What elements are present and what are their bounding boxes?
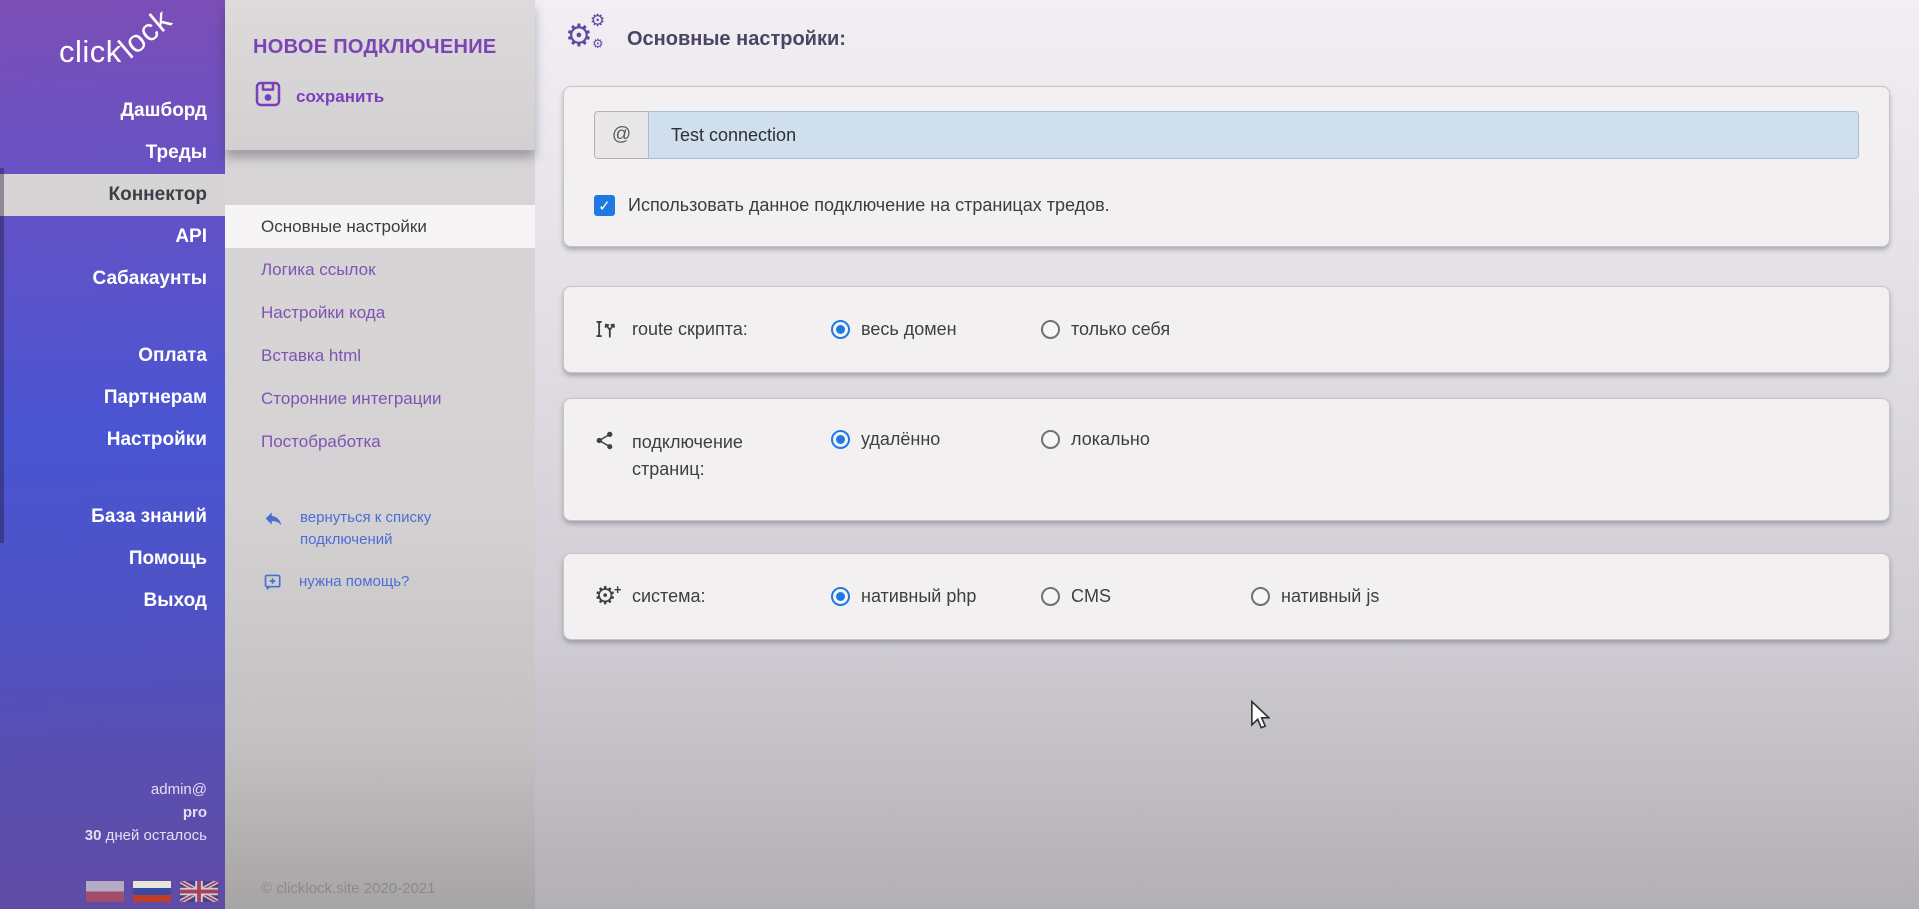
help-link-label: нужна помощь? xyxy=(299,571,409,600)
flag-uk-icon[interactable] xyxy=(180,881,218,902)
section-heading: ⚙ ⚙ ⚙ Основные настройки: xyxy=(565,18,846,60)
connection-name-group: @ xyxy=(594,111,1859,159)
route-script-card: route скрипта: весь домен только себя xyxy=(563,286,1890,373)
radio-option[interactable]: нативный php xyxy=(831,586,1041,607)
radio-selected-icon[interactable] xyxy=(831,320,850,339)
radio-option[interactable]: CMS xyxy=(1041,586,1251,607)
radio-option[interactable]: только себя xyxy=(1041,319,1251,340)
page-title: НОВОЕ ПОДКЛЮЧЕНИЕ xyxy=(225,0,535,59)
clicklock-logo[interactable]: click lock xyxy=(31,8,211,86)
submenu-item[interactable]: Настройки кода xyxy=(225,291,535,334)
share-icon xyxy=(594,430,620,454)
system-card: ⚙+ система: нативный php CMS нативный js xyxy=(563,553,1890,640)
sidebar: click lock ДашбордТредыКоннекторAPIСабак… xyxy=(0,0,225,909)
group-label: подключение страниц: xyxy=(632,429,797,483)
help-comment-icon xyxy=(263,572,283,600)
sidebar-item[interactable]: Коннектор xyxy=(0,174,225,216)
sidebar-item[interactable]: Сабакаунты xyxy=(0,258,225,300)
radio-option[interactable]: весь домен xyxy=(831,319,1041,340)
radio-unselected-icon[interactable] xyxy=(1251,587,1270,606)
back-link-label: вернуться к списку подключений xyxy=(300,507,475,551)
need-help-link[interactable]: нужна помощь? xyxy=(263,571,535,600)
logo-lock-text: lock xyxy=(112,2,179,66)
at-prefix: @ xyxy=(594,111,648,159)
page-connection-card: подключение страниц: удалённо локально xyxy=(563,398,1890,521)
radio-option-label: удалённо xyxy=(861,429,940,450)
radio-unselected-icon[interactable] xyxy=(1041,587,1060,606)
use-on-threads-checkbox[interactable]: ✓ xyxy=(594,195,615,216)
connection-submenu: НОВОЕ ПОДКЛЮЧЕНИЕ сохранить Основные нас… xyxy=(225,0,535,909)
submenu-item[interactable]: Постобработка xyxy=(225,420,535,463)
submenu-item[interactable]: Основные настройки xyxy=(225,205,535,248)
submenu-list: Основные настройкиЛогика ссылокНастройки… xyxy=(225,205,535,463)
mouse-cursor xyxy=(1250,700,1270,736)
use-on-threads-label: Использовать данное подключение на стран… xyxy=(628,195,1110,216)
language-flags xyxy=(86,881,218,902)
back-to-connections-link[interactable]: вернуться к списку подключений xyxy=(263,507,535,551)
submenu-item[interactable]: Сторонние интеграции xyxy=(225,377,535,420)
sidebar-nav: ДашбордТредыКоннекторAPIСабакаунты Оплата… xyxy=(0,90,225,622)
sidebar-item[interactable]: Помощь xyxy=(0,538,225,580)
sidebar-item[interactable]: Треды xyxy=(0,132,225,174)
section-heading-label: Основные настройки: xyxy=(627,28,846,51)
submenu-item[interactable]: Вставка html xyxy=(225,334,535,377)
floppy-save-icon xyxy=(253,79,283,114)
sidebar-item[interactable]: Дашборд xyxy=(0,90,225,132)
account-plan: pro xyxy=(85,801,207,824)
radio-option-label: только себя xyxy=(1071,319,1170,340)
connection-name-card: @ ✓ Использовать данное подключение на с… xyxy=(563,86,1890,247)
radio-selected-icon[interactable] xyxy=(831,430,850,449)
radio-option-label: весь домен xyxy=(861,319,957,340)
radio-option[interactable]: удалённо xyxy=(831,429,1041,450)
account-info: admin@ pro 30 дней осталось xyxy=(85,778,207,847)
sidebar-item[interactable]: Партнерам xyxy=(0,377,225,419)
radio-unselected-icon[interactable] xyxy=(1041,320,1060,339)
submenu-links: вернуться к списку подключений нужна пом… xyxy=(263,507,535,600)
radio-option-label: CMS xyxy=(1071,586,1111,607)
radio-selected-icon[interactable] xyxy=(831,587,850,606)
radio-option-label: нативный js xyxy=(1281,586,1379,607)
group-label: route скрипта: xyxy=(632,316,748,343)
gears-icon: ⚙ ⚙ ⚙ xyxy=(565,18,609,60)
save-button-label: сохранить xyxy=(296,87,384,107)
radio-option-label: локально xyxy=(1071,429,1150,450)
connection-name-input[interactable] xyxy=(648,111,1859,159)
sidebar-item[interactable]: Выход xyxy=(0,580,225,622)
radio-option[interactable]: нативный js xyxy=(1251,586,1461,607)
submenu-header: НОВОЕ ПОДКЛЮЧЕНИЕ сохранить xyxy=(225,0,535,150)
flag-poland-icon[interactable] xyxy=(86,881,124,902)
sidebar-item[interactable]: База знаний xyxy=(0,496,225,538)
screen-edge-shadow xyxy=(0,168,4,543)
copyright-footer: © clicklock.site 2020-2021 xyxy=(261,880,435,897)
group-label: система: xyxy=(632,583,706,610)
sidebar-item[interactable]: Настройки xyxy=(0,419,225,461)
radio-option-label: нативный php xyxy=(861,586,976,607)
use-on-threads-row: ✓ Использовать данное подключение на стр… xyxy=(594,195,1859,216)
route-icon xyxy=(594,317,620,341)
submenu-item[interactable]: Логика ссылок xyxy=(225,248,535,291)
account-days-left: 30 дней осталось xyxy=(85,824,207,847)
sidebar-item[interactable]: API xyxy=(0,216,225,258)
radio-option[interactable]: локально xyxy=(1041,429,1251,450)
save-button[interactable]: сохранить xyxy=(253,79,433,114)
undo-arrow-icon xyxy=(263,508,284,551)
radio-unselected-icon[interactable] xyxy=(1041,430,1060,449)
main-content: ⚙ ⚙ ⚙ Основные настройки: @ ✓ Использова… xyxy=(535,0,1919,909)
flag-russia-icon[interactable] xyxy=(133,881,171,902)
gear-plus-icon: ⚙+ xyxy=(594,584,620,608)
sidebar-item[interactable]: Оплата xyxy=(0,335,225,377)
account-email: admin@ xyxy=(85,778,207,801)
